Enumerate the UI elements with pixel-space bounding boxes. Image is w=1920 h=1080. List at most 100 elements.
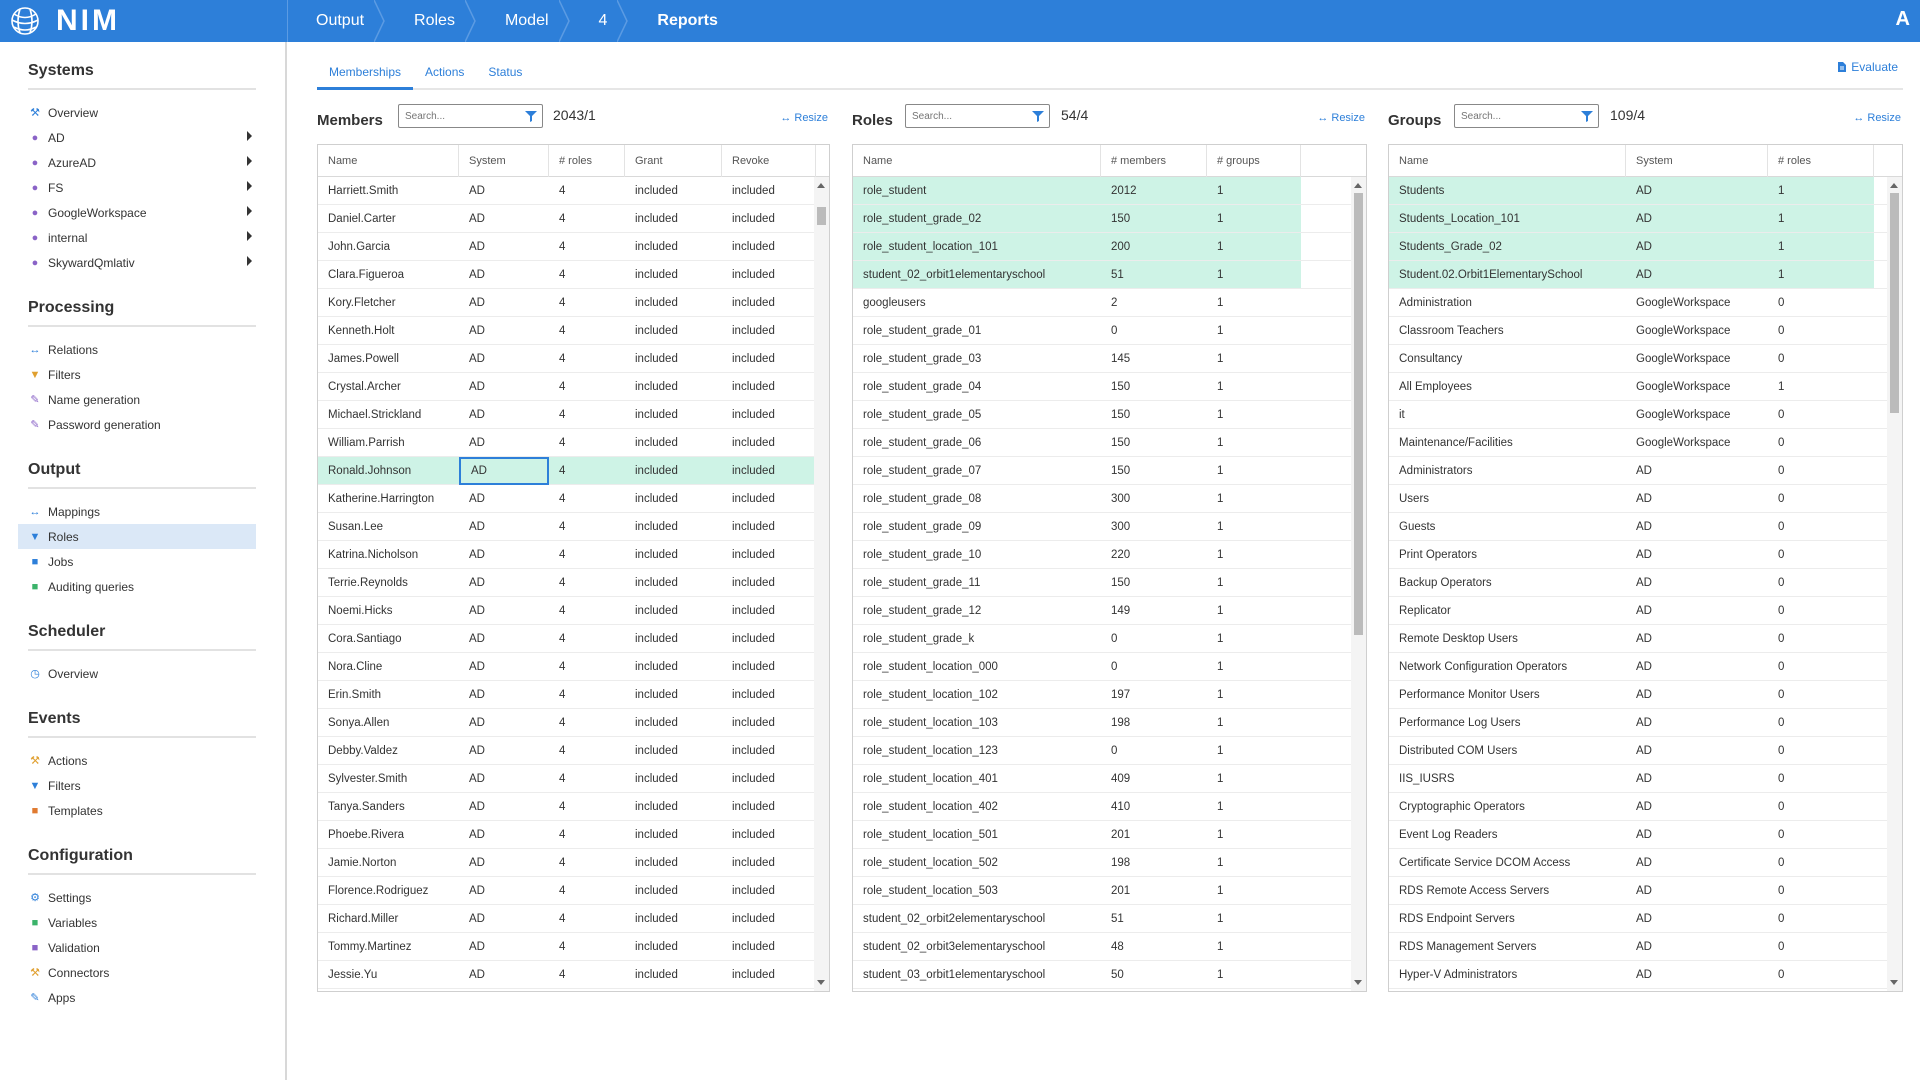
tab-actions[interactable]: Actions — [413, 58, 476, 90]
filter-icon[interactable] — [1031, 109, 1045, 123]
table-cell[interactable]: role_student_grade_k — [853, 625, 1101, 653]
table-cell[interactable]: AD — [459, 597, 549, 625]
table-cell[interactable]: included — [722, 457, 816, 485]
table-row[interactable]: Maintenance/Facilities GoogleWorkspace 0 — [1389, 429, 1902, 457]
evaluate-button[interactable]: Evaluate — [1837, 60, 1898, 74]
table-cell[interactable]: 1 — [1207, 653, 1301, 681]
table-cell[interactable]: AD — [459, 933, 549, 961]
table-cell[interactable]: 4 — [549, 261, 625, 289]
roles-resize-button[interactable]: ↔ Resize — [1317, 112, 1365, 124]
table-cell[interactable]: Jessie.Yu — [318, 961, 459, 989]
table-cell[interactable]: 4 — [549, 989, 625, 992]
table-cell[interactable]: 1 — [1768, 261, 1874, 289]
table-row[interactable]: Performance Monitor Users AD 0 — [1389, 681, 1902, 709]
table-cell[interactable]: Debby.Valdez — [318, 737, 459, 765]
table-cell[interactable]: Nora.Cline — [318, 653, 459, 681]
table-cell[interactable]: 4 — [549, 625, 625, 653]
table-cell[interactable]: Terrie.Reynolds — [318, 569, 459, 597]
sidebar-item-mappings[interactable]: ↔ Mappings — [28, 499, 256, 524]
table-row[interactable]: Network Configuration Operators AD 0 — [1389, 653, 1902, 681]
table-cell[interactable]: role_student_grade_07 — [853, 457, 1101, 485]
table-cell[interactable]: Noemi.Hicks — [318, 597, 459, 625]
sidebar-item-ad[interactable]: ● AD — [28, 125, 256, 150]
table-cell[interactable]: included — [722, 513, 816, 541]
table-cell[interactable]: AD — [1626, 485, 1768, 513]
table-row[interactable]: Backup Operators AD 0 — [1389, 569, 1902, 597]
sidebar-item-azuread[interactable]: ● AzureAD — [28, 150, 256, 175]
table-cell[interactable]: student_02_orbit2elementaryschool — [853, 905, 1101, 933]
breadcrumb-item[interactable]: Model — [477, 0, 571, 42]
table-cell[interactable]: AD — [1626, 233, 1768, 261]
table-row[interactable]: Students_Location_101 AD 1 — [1389, 205, 1902, 233]
table-cell[interactable]: AD — [1626, 961, 1768, 989]
table-cell[interactable]: 0 — [1768, 905, 1874, 933]
column-header[interactable]: Name — [318, 145, 459, 177]
roles-search[interactable] — [905, 104, 1050, 128]
table-cell[interactable]: student_02_orbit3elementaryschool — [853, 933, 1101, 961]
table-cell[interactable]: AD — [459, 681, 549, 709]
table-row[interactable]: Jamie.Norton AD 4 included included — [318, 849, 829, 877]
table-cell[interactable]: GoogleWorkspace — [1626, 401, 1768, 429]
table-cell[interactable]: 4 — [549, 597, 625, 625]
vertical-scrollbar[interactable] — [1351, 177, 1366, 991]
user-avatar[interactable]: A — [1896, 8, 1910, 31]
table-cell[interactable]: 1 — [1207, 457, 1301, 485]
table-cell[interactable]: included — [722, 345, 816, 373]
table-cell[interactable]: 4 — [549, 653, 625, 681]
table-row[interactable]: role_student_grade_03 145 1 — [853, 345, 1366, 373]
table-cell[interactable]: AD — [459, 737, 549, 765]
table-cell[interactable]: included — [722, 401, 816, 429]
table-cell[interactable]: role_student_grade_12 — [853, 597, 1101, 625]
table-cell[interactable]: 0 — [1768, 625, 1874, 653]
groups-search-input[interactable] — [1455, 105, 1575, 127]
table-cell[interactable]: role_student_location_503 — [853, 877, 1101, 905]
table-cell[interactable]: 4 — [549, 877, 625, 905]
table-cell[interactable]: 1 — [1207, 737, 1301, 765]
table-cell[interactable]: AD — [459, 625, 549, 653]
table-cell[interactable]: 0 — [1768, 457, 1874, 485]
table-cell[interactable]: included — [625, 373, 722, 401]
table-cell[interactable]: 1 — [1768, 373, 1874, 401]
table-cell[interactable]: included — [625, 429, 722, 457]
table-row[interactable]: Tommy.Martinez AD 4 included included — [318, 933, 829, 961]
table-row[interactable]: Event Log Readers AD 0 — [1389, 821, 1902, 849]
table-row[interactable]: Administration GoogleWorkspace 0 — [1389, 289, 1902, 317]
table-cell[interactable]: 1 — [1207, 233, 1301, 261]
table-cell[interactable]: 4 — [549, 205, 625, 233]
table-cell[interactable]: 0 — [1768, 681, 1874, 709]
sidebar-item-name-generation[interactable]: ✎ Name generation — [28, 387, 256, 412]
table-cell[interactable]: included — [625, 317, 722, 345]
sidebar-item-relations[interactable]: ↔ Relations — [28, 337, 256, 362]
table-cell[interactable]: 4 — [549, 849, 625, 877]
table-cell[interactable]: 1 — [1207, 625, 1301, 653]
table-cell[interactable]: Tanya.Sanders — [318, 793, 459, 821]
table-cell[interactable]: role_student_grade_01 — [853, 317, 1101, 345]
column-header[interactable]: Grant — [625, 145, 722, 177]
table-row[interactable]: role_student_location_123 0 1 — [853, 737, 1366, 765]
table-cell[interactable]: Kenneth.Holt — [318, 317, 459, 345]
table-cell[interactable]: AD — [459, 877, 549, 905]
table-row[interactable]: Susan.Lee AD 4 included included — [318, 513, 829, 541]
table-cell[interactable]: it — [1389, 401, 1626, 429]
table-cell[interactable]: 0 — [1768, 513, 1874, 541]
table-cell[interactable]: AD — [1626, 681, 1768, 709]
table-row[interactable]: Debby.Valdez AD 4 included included — [318, 737, 829, 765]
table-cell[interactable]: included — [625, 653, 722, 681]
table-cell[interactable]: role_student_location_402 — [853, 793, 1101, 821]
table-row[interactable]: Kory.Fletcher AD 4 included included — [318, 289, 829, 317]
table-cell[interactable]: included — [722, 289, 816, 317]
table-row[interactable]: Katrina.Nicholson AD 4 included included — [318, 541, 829, 569]
table-cell[interactable]: AD — [459, 317, 549, 345]
members-search-input[interactable] — [399, 105, 519, 127]
table-cell[interactable]: Print Operators — [1389, 541, 1626, 569]
table-row[interactable]: role_student_location_502 198 1 — [853, 849, 1366, 877]
table-row[interactable]: Replicator AD 0 — [1389, 597, 1902, 625]
table-cell[interactable]: 0 — [1768, 569, 1874, 597]
table-cell[interactable]: Students — [1389, 177, 1626, 205]
table-cell[interactable]: 0 — [1768, 933, 1874, 961]
table-row[interactable]: Performance Log Users AD 0 — [1389, 709, 1902, 737]
table-cell[interactable]: 4 — [549, 373, 625, 401]
table-cell[interactable]: 0 — [1768, 541, 1874, 569]
table-cell[interactable]: 4 — [549, 793, 625, 821]
sidebar-item-fs[interactable]: ● FS — [28, 175, 256, 200]
